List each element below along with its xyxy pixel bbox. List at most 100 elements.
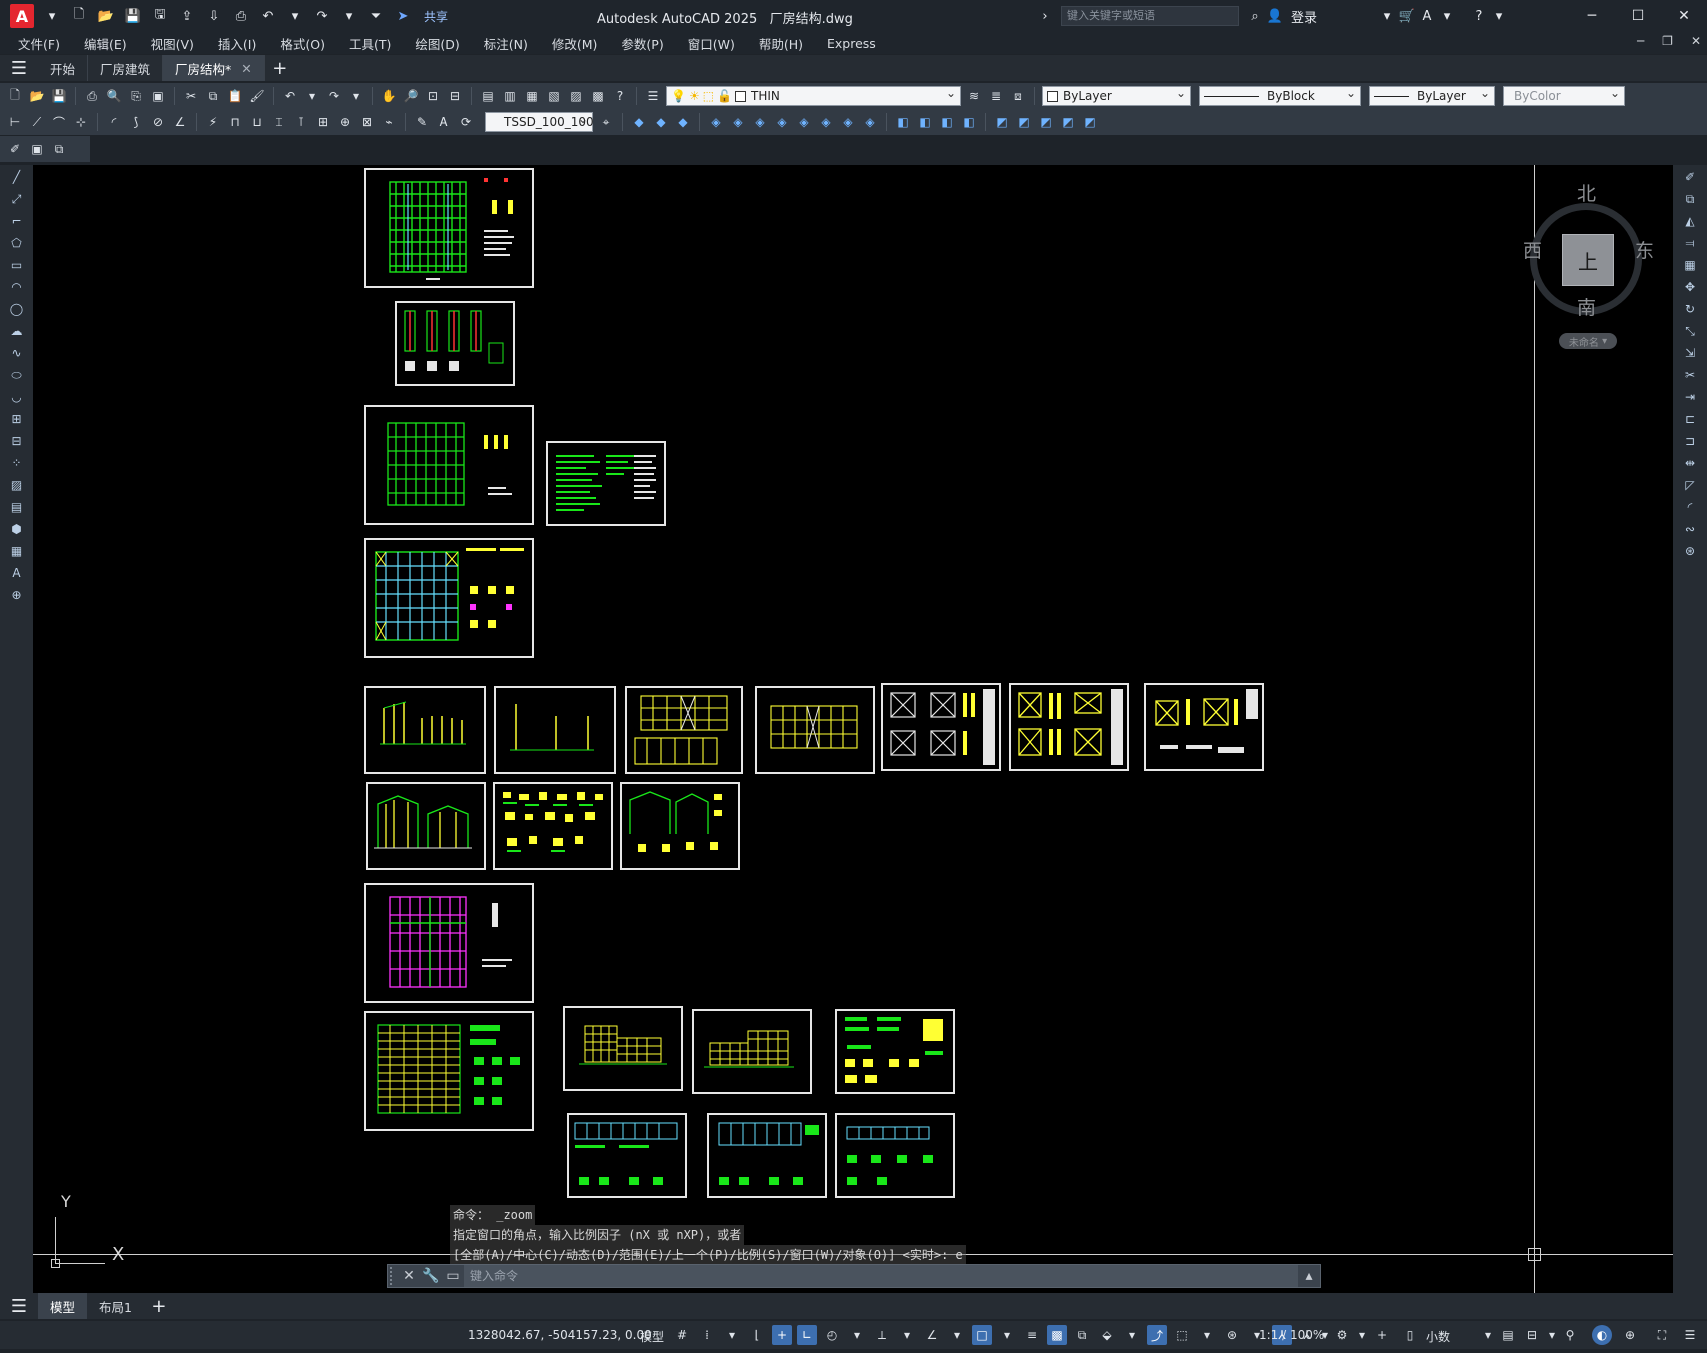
iso-dropdown-icon[interactable]: ▾ [897,1325,917,1345]
match-properties-icon[interactable]: 🖌 [248,87,266,105]
menu-draw[interactable]: 绘图(D) [403,34,471,53]
chamfer-icon[interactable]: ◸ [1680,475,1700,495]
quickcalc-icon[interactable]: ▩ [589,87,607,105]
write-block-icon[interactable]: ▣ [28,140,46,158]
delete-faces-icon[interactable]: ◈ [839,113,857,131]
3d-print-icon[interactable]: ▣ [149,87,167,105]
3d-cone-icon[interactable]: ◆ [674,113,692,131]
wcs-menu-button[interactable]: 未命名 ▾ [1559,333,1617,349]
share-icon[interactable]: ➤ [393,6,413,26]
ellipse-icon[interactable]: ⬭ [7,365,27,385]
solid-edit-union-icon[interactable]: ◈ [707,113,725,131]
drawing-sheet[interactable] [494,686,616,774]
point-icon[interactable]: ⁘ [7,453,27,473]
dim-jogged-icon[interactable]: ⟆ [127,113,145,131]
menu-format[interactable]: 格式(O) [268,34,337,53]
selection-filter-icon[interactable]: ⬚ [1172,1325,1192,1345]
share-button[interactable]: 共享 [424,8,448,25]
drawing-sheet[interactable] [395,301,515,386]
annotation-monitor-icon[interactable]: + [1372,1325,1392,1345]
center-mark-icon[interactable]: ⊕ [336,113,354,131]
check-icon[interactable]: ◩ [1081,113,1099,131]
menu-parametric[interactable]: 参数(P) [609,34,675,53]
drawing-sheet[interactable] [493,782,613,870]
dim-space-icon[interactable]: ⌶ [270,113,288,131]
save-as-icon[interactable]: 🖫 [150,6,170,26]
drawing-sheet[interactable] [620,782,740,870]
drawing-sheet[interactable] [835,1113,955,1198]
trim-icon[interactable]: ✂ [1680,365,1700,385]
zoom-previous-icon[interactable]: ⊟ [446,87,464,105]
break-at-point-icon[interactable]: ⊏ [1680,409,1700,429]
blend-curves-icon[interactable]: ∾ [1680,519,1700,539]
command-customize-icon[interactable]: 🔧 [420,1268,442,1284]
filter-dropdown-icon[interactable]: ▾ [1197,1325,1217,1345]
file-tabs-menu-icon[interactable]: ☰ [0,58,38,79]
drawing-sheet[interactable] [1009,683,1129,771]
dim-edit-icon[interactable]: ✎ [413,113,431,131]
object-snap-tracking-icon[interactable]: ∠ [922,1325,942,1345]
copy-icon[interactable]: ⧉ [204,87,222,105]
stretch-icon[interactable]: ⇲ [1680,343,1700,363]
doc-minimize-icon[interactable]: ─ [1637,34,1644,48]
gradient-icon[interactable]: ▤ [7,497,27,517]
snap-dropdown-icon[interactable]: ▾ [722,1325,742,1345]
layer-thaw-sun-icon[interactable]: ☀ [689,89,700,103]
redo-icon[interactable]: ↷ [325,87,343,105]
copy-edges-icon[interactable]: ◧ [960,113,978,131]
drawing-sheet[interactable] [364,538,534,658]
menu-dimension[interactable]: 标注(N) [472,34,540,53]
autocad-logo-button[interactable]: A [10,4,34,28]
layer-states-icon[interactable]: ⧈ [1009,87,1027,105]
cursor-coordinates[interactable]: 1328042.67, -504157.23, 0.00 [468,1328,652,1342]
model-space-canvas[interactable] [33,165,1673,1293]
drawing-sheet[interactable] [1144,683,1264,771]
redo-icon[interactable]: ↷ [312,6,332,26]
taper-faces-icon[interactable]: ◧ [894,113,912,131]
make-current-layer-icon[interactable]: ≋ [965,87,983,105]
join-icon[interactable]: ⇹ [1680,453,1700,473]
customization-menu-icon[interactable]: ☰ [1680,1325,1700,1345]
cut-icon[interactable]: ✂ [182,87,200,105]
undo-icon[interactable]: ↶ [281,87,299,105]
erase-icon[interactable]: ✐ [1680,167,1700,187]
dim-ordinate-icon[interactable]: ⊹ [72,113,90,131]
isometric-icon[interactable]: ⟂ [872,1325,892,1345]
circle-icon[interactable]: ◯ [7,299,27,319]
block-attribute-icon[interactable]: ⧉ [50,140,68,158]
drawing-sheet[interactable] [567,1113,687,1198]
model-space-toggle[interactable]: 模型 [640,1328,664,1345]
dim-text-edit-icon[interactable]: Ꭺ [435,113,453,131]
command-history-toggle-icon[interactable]: ▴ [1298,1268,1320,1284]
mirror-icon[interactable]: ◭ [1680,211,1700,231]
polygon-icon[interactable]: ⬠ [7,233,27,253]
save-icon[interactable]: 💾 [123,6,143,26]
polar-tracking-icon[interactable]: ◴ [822,1325,842,1345]
layer-properties-icon[interactable]: ☰ [644,87,662,105]
doc-close-icon[interactable]: ✕ [1691,34,1701,48]
drawing-sheet[interactable] [835,1009,955,1094]
quick-dim-icon[interactable]: ⚡ [204,113,222,131]
fullscreen-icon[interactable]: ⛶ [1652,1325,1672,1345]
osnap-dropdown-icon[interactable]: ▾ [947,1325,967,1345]
break-icon[interactable]: ⊐ [1680,431,1700,451]
rectangle-icon[interactable]: ▭ [7,255,27,275]
infer-constraints-icon[interactable]: ⌊ [747,1325,767,1345]
plot-icon[interactable]: ⎙ [83,87,101,105]
recent-commands-icon[interactable]: ▭ [442,1268,464,1284]
dim-aligned-icon[interactable]: ⟋ [28,113,46,131]
redo-dropdown-icon[interactable]: ▾ [339,6,359,26]
drawing-sheet[interactable] [364,1011,534,1131]
tab-factory-architecture[interactable]: 厂房建筑 [88,55,164,81]
new-icon[interactable]: 🗋 [6,87,24,105]
3d-osnap-dropdown-icon[interactable]: ▾ [1122,1325,1142,1345]
object-snap-icon[interactable]: □ [972,1325,992,1345]
tolerance-icon[interactable]: ⊞ [314,113,332,131]
command-input[interactable]: 键入命令 [464,1265,1298,1287]
minimize-icon[interactable]: ─ [1569,0,1615,32]
solid-edit-intersect-icon[interactable]: ◈ [751,113,769,131]
viewcube-south[interactable]: 南 [1577,293,1596,320]
doc-restore-icon[interactable]: ❐ [1662,34,1673,48]
insert-block-icon[interactable]: ⊞ [7,409,27,429]
spline-icon[interactable]: ∿ [7,343,27,363]
